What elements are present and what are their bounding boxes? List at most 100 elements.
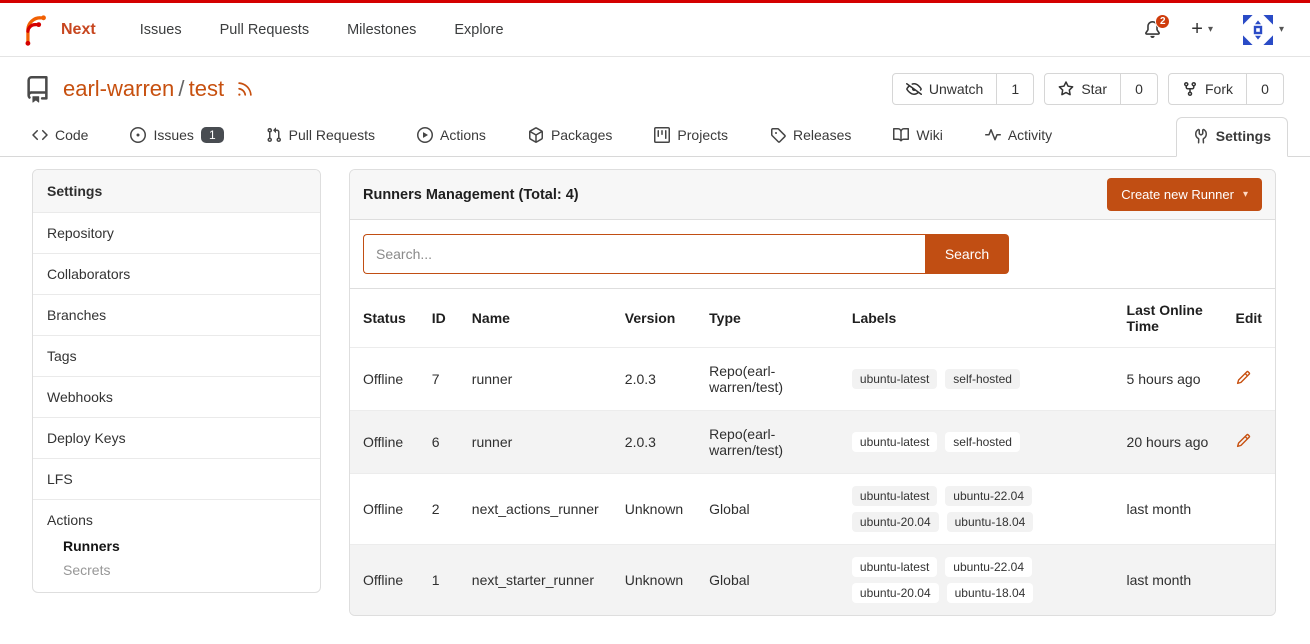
runner-labels: ubuntu-latest ubuntu-22.04 ubuntu-20.04 … xyxy=(852,486,1064,532)
forks-count[interactable]: 0 xyxy=(1246,74,1283,104)
runner-id: 6 xyxy=(419,411,459,474)
star-button-group: Star 0 xyxy=(1044,73,1158,105)
tab-settings[interactable]: Settings xyxy=(1176,117,1288,157)
issues-count-badge: 1 xyxy=(201,127,224,143)
sidebar-item-secrets[interactable]: Secrets xyxy=(33,558,320,582)
search-button[interactable]: Search xyxy=(925,234,1009,274)
tab-actions[interactable]: Actions xyxy=(409,118,494,156)
rss-feed-icon[interactable] xyxy=(236,80,254,98)
runner-name: next_starter_runner xyxy=(459,545,612,616)
brand-name: Next xyxy=(61,21,96,39)
unwatch-button[interactable]: Unwatch xyxy=(893,74,996,104)
tab-pull-requests[interactable]: Pull Requests xyxy=(258,118,383,156)
runner-status: Offline xyxy=(350,474,419,545)
tab-packages[interactable]: Packages xyxy=(520,118,620,156)
runners-panel: Runners Management (Total: 4) Create new… xyxy=(349,169,1276,616)
repo-icon xyxy=(24,76,51,103)
runner-version: Unknown xyxy=(612,474,696,545)
tab-wiki[interactable]: Wiki xyxy=(885,118,950,156)
table-row: Offline 2 next_actions_runner Unknown Gl… xyxy=(350,474,1275,545)
edit-runner-button[interactable] xyxy=(1236,433,1251,448)
sidebar-item-webhooks[interactable]: Webhooks xyxy=(33,376,320,417)
sidebar-item-branches[interactable]: Branches xyxy=(33,294,320,335)
runner-last-online: 5 hours ago xyxy=(1114,348,1223,411)
watchers-count[interactable]: 1 xyxy=(996,74,1033,104)
runner-id: 1 xyxy=(419,545,459,616)
col-edit: Edit xyxy=(1223,289,1275,348)
col-status: Status xyxy=(350,289,419,348)
search-section: Search xyxy=(350,220,1275,289)
table-row: Offline 7 runner 2.0.3 Repo(earl-warren/… xyxy=(350,348,1275,411)
repo-path-separator: / xyxy=(178,76,184,101)
nav-issues-link[interactable]: Issues xyxy=(140,22,182,38)
runner-version: 2.0.3 xyxy=(612,411,696,474)
col-name: Name xyxy=(459,289,612,348)
stars-count[interactable]: 0 xyxy=(1120,74,1157,104)
sidebar-item-collaborators[interactable]: Collaborators xyxy=(33,253,320,294)
sidebar-item-actions[interactable]: Actions xyxy=(33,500,320,534)
chevron-down-icon: ▾ xyxy=(1243,189,1248,200)
watch-button-group: Unwatch 1 xyxy=(892,73,1034,105)
runner-id: 2 xyxy=(419,474,459,545)
col-id: ID xyxy=(419,289,459,348)
repo-actions: Unwatch 1 Star 0 F xyxy=(892,73,1284,105)
chevron-down-icon: ▾ xyxy=(1279,24,1284,35)
repo-tabs: Code Issues 1 Pull Requests Actions Pack… xyxy=(0,111,1310,157)
runner-type: Global xyxy=(696,545,839,616)
runner-name: runner xyxy=(459,348,612,411)
runner-status: Offline xyxy=(350,348,419,411)
eye-closed-icon xyxy=(906,81,922,97)
search-input[interactable] xyxy=(363,234,925,274)
repo-name-link[interactable]: test xyxy=(189,76,224,101)
tab-activity[interactable]: Activity xyxy=(977,118,1060,156)
tab-issues[interactable]: Issues 1 xyxy=(122,118,231,156)
runner-last-online: last month xyxy=(1114,545,1223,616)
sidebar-item-runners[interactable]: Runners xyxy=(33,534,320,558)
runner-type: Repo(earl-warren/test) xyxy=(696,348,839,411)
runner-type: Global xyxy=(696,474,839,545)
runner-name: next_actions_runner xyxy=(459,474,612,545)
tab-releases[interactable]: Releases xyxy=(762,118,859,156)
create-new-runner-button[interactable]: Create new Runner ▾ xyxy=(1107,178,1262,211)
user-menu-button[interactable]: ▾ xyxy=(1243,15,1284,45)
runner-labels: ubuntu-latest self-hosted xyxy=(852,369,1064,389)
runner-last-online: last month xyxy=(1114,474,1223,545)
runner-labels: ubuntu-latest ubuntu-22.04 ubuntu-20.04 … xyxy=(852,557,1064,603)
fork-label: Fork xyxy=(1205,81,1233,97)
star-button[interactable]: Star xyxy=(1045,74,1120,104)
chevron-down-icon: ▾ xyxy=(1208,24,1213,35)
runner-status: Offline xyxy=(350,545,419,616)
top-navbar: Next Issues Pull Requests Milestones Exp… xyxy=(0,0,1310,57)
nav-milestones-link[interactable]: Milestones xyxy=(347,22,416,38)
sidebar-group-actions: Actions Runners Secrets xyxy=(33,499,320,592)
sidebar-item-lfs[interactable]: LFS xyxy=(33,458,320,499)
plus-icon: + xyxy=(1191,18,1203,41)
runner-status: Offline xyxy=(350,411,419,474)
notification-count-badge: 2 xyxy=(1155,14,1170,29)
page-title: Runners Management (Total: 4) xyxy=(363,187,579,203)
col-last-online: Last Online Time xyxy=(1114,289,1223,348)
nav-explore-link[interactable]: Explore xyxy=(454,22,503,38)
tab-code[interactable]: Code xyxy=(24,118,96,156)
create-menu-button[interactable]: + ▾ xyxy=(1191,18,1213,41)
col-labels: Labels xyxy=(839,289,1114,348)
nav-pull-requests-link[interactable]: Pull Requests xyxy=(220,22,309,38)
notifications-button[interactable]: 2 xyxy=(1144,21,1161,38)
sidebar-item-tags[interactable]: Tags xyxy=(33,335,320,376)
runner-version: Unknown xyxy=(612,545,696,616)
repo-owner-link[interactable]: earl-warren xyxy=(63,76,174,101)
runner-last-online: 20 hours ago xyxy=(1114,411,1223,474)
sidebar-item-deploy-keys[interactable]: Deploy Keys xyxy=(33,417,320,458)
edit-runner-button[interactable] xyxy=(1236,370,1251,385)
unwatch-label: Unwatch xyxy=(929,81,983,97)
sidebar-item-repository[interactable]: Repository xyxy=(33,212,320,253)
runner-name: runner xyxy=(459,411,612,474)
col-type: Type xyxy=(696,289,839,348)
fork-button[interactable]: Fork xyxy=(1169,74,1246,104)
runner-id: 7 xyxy=(419,348,459,411)
fork-button-group: Fork 0 xyxy=(1168,73,1284,105)
runner-labels: ubuntu-latest self-hosted xyxy=(852,432,1064,452)
forgejo-home-link[interactable]: Next xyxy=(18,13,96,47)
star-label: Star xyxy=(1081,81,1107,97)
tab-projects[interactable]: Projects xyxy=(646,118,736,156)
